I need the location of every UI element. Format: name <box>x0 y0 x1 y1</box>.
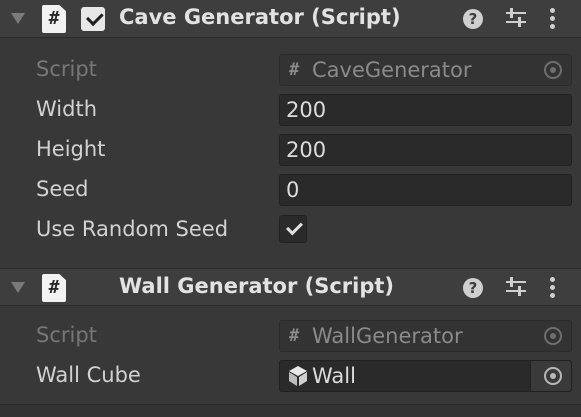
help-icon[interactable]: ? <box>463 9 483 29</box>
seed-field[interactable]: 0 <box>279 174 572 206</box>
component-divider <box>0 404 581 417</box>
script-value: WallGenerator <box>312 324 463 348</box>
foldout-triangle-icon[interactable] <box>11 282 25 293</box>
script-object-field: # CaveGenerator <box>279 54 572 86</box>
height-row: Height 200 <box>0 133 581 167</box>
script-hash-icon: # <box>289 60 300 80</box>
foldout-triangle-icon[interactable] <box>11 13 25 24</box>
kebab-menu-icon[interactable] <box>545 275 561 301</box>
kebab-menu-icon[interactable] <box>545 6 561 32</box>
wall-script-row: Script # WallGenerator <box>0 319 581 353</box>
script-label: Script <box>36 323 97 347</box>
component-title: Cave Generator (Script) <box>119 5 401 29</box>
use-random-seed-label: Use Random Seed <box>36 217 229 241</box>
component-enable-checkbox[interactable] <box>81 7 105 31</box>
wall-cube-row: Wall Cube Wall <box>0 359 581 393</box>
cave-generator-header[interactable]: # Cave Generator (Script) ? <box>0 0 581 38</box>
presets-icon[interactable] <box>503 6 529 32</box>
width-field[interactable]: 200 <box>279 94 572 126</box>
use-random-seed-checkbox[interactable] <box>279 215 307 243</box>
prefab-cube-icon <box>289 366 307 386</box>
seed-label: Seed <box>36 177 89 201</box>
script-hash-icon: # <box>289 326 300 346</box>
wall-generator-header[interactable]: # Wall Generator (Script) ? <box>0 268 581 306</box>
wall-cube-object-field[interactable]: Wall <box>279 360 572 392</box>
object-picker-icon <box>544 367 562 385</box>
seed-row: Seed 0 <box>0 173 581 207</box>
component-title: Wall Generator (Script) <box>119 274 395 298</box>
object-picker-icon <box>531 321 571 351</box>
use-random-seed-row: Use Random Seed <box>0 213 581 247</box>
script-row: Script # CaveGenerator <box>0 53 581 87</box>
width-row: Width 200 <box>0 93 581 127</box>
script-value: CaveGenerator <box>312 58 472 82</box>
script-object-field: # WallGenerator <box>279 320 572 352</box>
width-label: Width <box>36 97 98 121</box>
height-label: Height <box>36 137 106 161</box>
wall-cube-value: Wall <box>312 364 356 388</box>
wall-cube-label: Wall Cube <box>36 363 141 387</box>
seed-value: 0 <box>286 178 300 202</box>
height-field[interactable]: 200 <box>279 134 572 166</box>
presets-icon[interactable] <box>503 275 529 301</box>
height-value: 200 <box>286 138 327 162</box>
script-label: Script <box>36 57 97 81</box>
checkmark-icon <box>86 8 104 27</box>
checkmark-icon <box>286 218 303 236</box>
object-picker-icon <box>531 55 571 85</box>
width-value: 200 <box>286 98 327 122</box>
object-picker-button[interactable] <box>530 361 571 391</box>
help-icon[interactable]: ? <box>463 278 483 298</box>
script-file-icon: # <box>42 274 66 302</box>
script-file-icon: # <box>42 5 66 33</box>
